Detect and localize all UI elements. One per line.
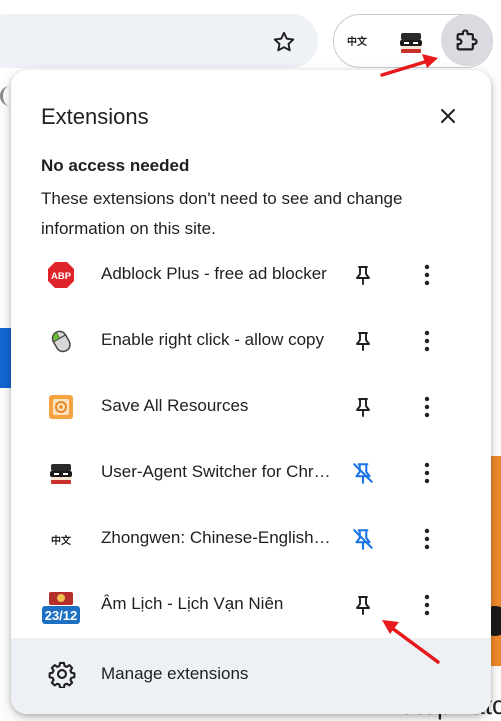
pin-icon [356, 596, 370, 615]
manage-extensions-button[interactable]: Manage extensions [11, 638, 491, 714]
extension-name: Save All Resources [101, 396, 249, 415]
pin-icon [356, 332, 370, 351]
extension-row[interactable]: Enable right click - allow copy [11, 308, 491, 374]
zhongwen-icon: 中文 [47, 525, 75, 553]
more-vert-icon [424, 462, 430, 484]
puzzle-icon [456, 29, 478, 51]
pin-icon [356, 266, 370, 285]
close-button[interactable] [432, 100, 464, 132]
bookmark-star-button[interactable] [264, 22, 304, 62]
masked-face-icon [47, 459, 75, 487]
pin-button[interactable] [345, 389, 381, 425]
extension-row[interactable]: User-Agent Switcher for Chrome [11, 440, 491, 506]
extension-name: Âm Lịch - Lịch Vạn Niên [101, 594, 284, 613]
pinned-pin-icon [353, 529, 373, 550]
extension-name: Zhongwen: Chinese-English Dictionary [101, 528, 331, 547]
popup-title: Extensions [41, 104, 149, 129]
extension-row[interactable]: ABP Adblock Plus - free ad blocker [11, 242, 491, 308]
extension-row[interactable]: 中文 Zhongwen: Chinese-English Dictionary [11, 506, 491, 572]
abp-icon-label: ABP [51, 271, 72, 282]
more-vert-icon [424, 264, 430, 286]
close-icon [441, 109, 455, 123]
zhongwen-icon-label: 中文 [51, 535, 71, 547]
extension-name: Adblock Plus - free ad blocker [101, 264, 327, 283]
gear-icon [48, 661, 76, 688]
pinned-pin-icon [353, 463, 373, 484]
more-options-button[interactable] [409, 587, 445, 623]
more-vert-icon [424, 528, 430, 550]
zhongwen-toolbar-icon[interactable]: 中文 [344, 28, 370, 52]
more-options-button[interactable] [409, 521, 445, 557]
extension-row[interactable]: Save All Resources [11, 374, 491, 440]
section-heading: No access needed [41, 156, 190, 175]
calendar-icon-date: 23/12 [45, 608, 78, 623]
more-vert-icon [424, 396, 430, 418]
extension-row[interactable]: 23/12 Âm Lịch - Lịch Vạn Niên [11, 572, 491, 638]
more-options-button[interactable] [409, 257, 445, 293]
pin-button[interactable] [345, 323, 381, 359]
adblock-plus-icon: ABP [47, 261, 75, 289]
more-options-button[interactable] [409, 389, 445, 425]
extension-name: Enable right click - allow copy [101, 330, 324, 349]
manage-extensions-label: Manage extensions [101, 664, 249, 683]
extension-name: User-Agent Switcher for Chrome [101, 462, 331, 481]
extensions-menu-button[interactable] [441, 14, 493, 66]
more-vert-icon [424, 594, 430, 616]
more-options-button[interactable] [409, 323, 445, 359]
unpin-button[interactable] [345, 521, 381, 557]
unpin-button[interactable] [345, 455, 381, 491]
more-options-button[interactable] [409, 455, 445, 491]
star-icon [273, 31, 295, 52]
mouse-icon [47, 327, 75, 355]
masked-face-icon [400, 33, 422, 53]
user-agent-toolbar-icon[interactable] [397, 28, 425, 56]
more-vert-icon [424, 330, 430, 352]
extensions-popup: Extensions No access needed These extens… [11, 70, 491, 714]
calendar-icon: 23/12 [41, 586, 81, 626]
section-description: These extensions don't need to see and c… [41, 189, 403, 238]
save-resources-icon [47, 393, 75, 421]
pin-icon [356, 398, 370, 417]
pin-button[interactable] [345, 257, 381, 293]
pin-button[interactable] [345, 587, 381, 623]
